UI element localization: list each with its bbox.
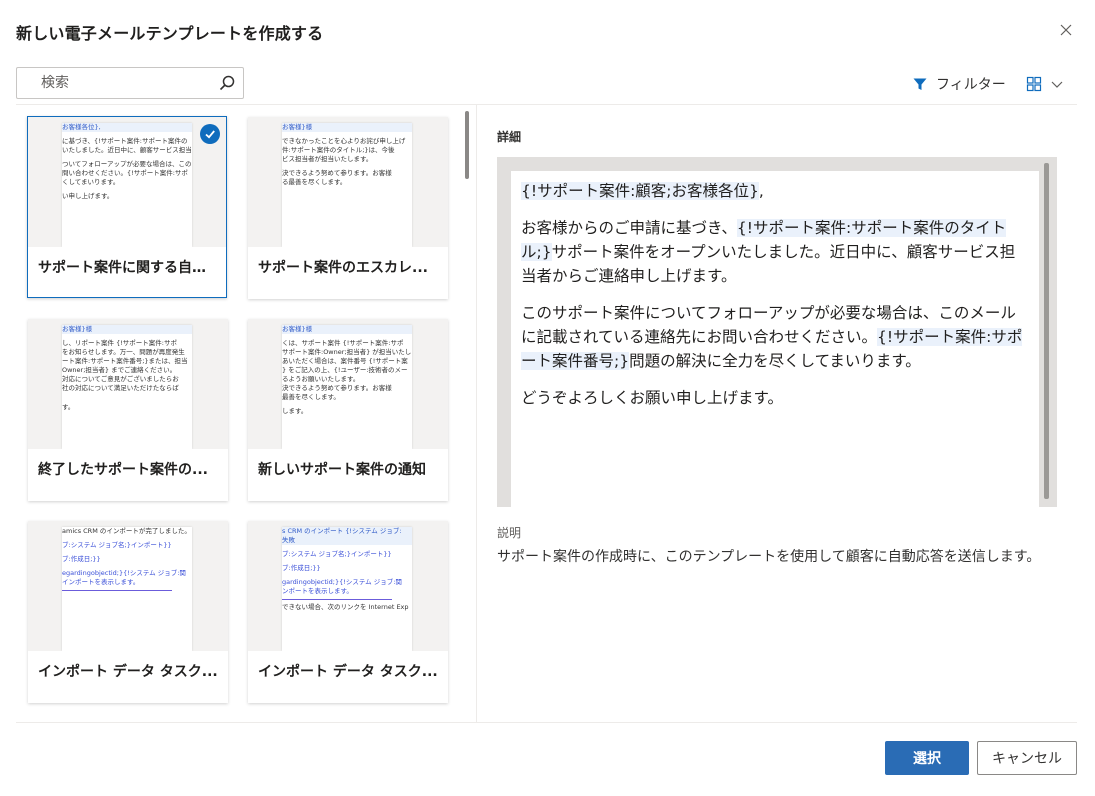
template-thumbnail: お客様}様できなかったことを心よりお詫び申し上げ 件:サポート案件のタイトル;}は… bbox=[248, 117, 448, 247]
template-card[interactable]: お客様}様できなかったことを心よりお詫び申し上げ 件:サポート案件のタイトル;}は… bbox=[248, 117, 448, 299]
thumbnail-line: egardingobjectid;}{!システム ジョブ:関 bbox=[62, 569, 186, 577]
thumbnail-line: ート案件:サポート案件番号;}または、担当 bbox=[62, 357, 188, 365]
thumbnail-line: に基づき、{!サポート案件:サポート案件の bbox=[62, 137, 188, 145]
thumbnail-line: ブ:システム ジョブ名;}インポート}} bbox=[62, 541, 172, 549]
thumbnail-line: 問い合わせください。{!サポート案件:サポ bbox=[62, 169, 188, 177]
template-thumbnail: お客様}様し、リポート案件 {!サポート案件:サポ をお知らせします。万一、問題が… bbox=[28, 319, 228, 449]
thumbnail-line: インポートを表示します。 bbox=[62, 578, 140, 586]
thumbnail-line: Owner;担当者} までご連絡ください。 bbox=[62, 366, 177, 374]
thumbnail-line: 決できるよう努めて参ります。お客様 bbox=[282, 384, 392, 392]
closing-text: どうぞよろしくお願い申し上げます。 bbox=[521, 389, 783, 407]
gallery-scrollbar[interactable] bbox=[465, 111, 469, 179]
template-card[interactable]: s CRM のインポート {!システム ジョブ: 失敗ブ:システム ジョブ名;}イ… bbox=[248, 521, 448, 703]
template-card-title: サポート案件のエスカレ... bbox=[258, 260, 428, 276]
thumbnail-line: くしてまいります。 bbox=[62, 178, 120, 186]
template-card-title: 終了したサポート案件の... bbox=[38, 462, 208, 478]
thumbnail-line: くは、サポート案件 {!サポート案件:サポ bbox=[282, 339, 404, 347]
filter-button[interactable]: フィルター bbox=[912, 72, 1006, 96]
template-thumbnail: お客様各位}, に基づき、{!サポート案件:サポート案件の いたしました。近日中に、… bbox=[28, 117, 226, 247]
template-thumbnail: s CRM のインポート {!システム ジョブ: 失敗ブ:システム ジョブ名;}イ… bbox=[248, 521, 448, 651]
template-thumbnail: お客様}様くは、サポート案件 {!サポート案件:サポ サポート案件:Owner;担… bbox=[248, 319, 448, 449]
cancel-button[interactable]: キャンセル bbox=[977, 741, 1077, 775]
template-card[interactable]: お客様}様くは、サポート案件 {!サポート案件:サポ サポート案件:Owner;担… bbox=[248, 319, 448, 501]
thumbnail-page: お客様各位}, に基づき、{!サポート案件:サポート案件の いたしました。近日中に、… bbox=[62, 123, 192, 247]
thumbnail-line: をお知らせします。万一、問題が再度発生 bbox=[62, 348, 185, 356]
thumbnail-line: できなかったことを心よりお詫び申し上げ bbox=[282, 137, 406, 145]
thumbnail-line: ブ:システム ジョブ名;}インポート}} bbox=[282, 550, 392, 558]
thumbnail-line: amics CRM のインポートが完了しました。 bbox=[62, 527, 191, 535]
thumbnail-line: ついてフォローアップが必要な場合は、この bbox=[62, 160, 192, 168]
paragraph-1-text: お客様からのご申請に基づき、 bbox=[521, 219, 737, 237]
thumbnail-line: ブ:作成日;}} bbox=[282, 564, 321, 572]
thumbnail-line: お客様}様 bbox=[282, 123, 412, 132]
description-text: サポート案件の作成時に、このテンプレートを使用して顧客に自動応答を送信します。 bbox=[497, 549, 1041, 565]
preview-scrollbar[interactable] bbox=[1044, 163, 1049, 499]
thumbnail-line: 最善を尽くします。 bbox=[282, 393, 340, 401]
selected-check-icon bbox=[200, 124, 220, 144]
greeting-token: {!サポート案件:顧客;お客様各位} bbox=[521, 182, 759, 200]
thumbnail-page: s CRM のインポート {!システム ジョブ: 失敗ブ:システム ジョブ名;}イ… bbox=[282, 527, 412, 651]
close-button[interactable] bbox=[1056, 20, 1076, 40]
details-heading: 詳細 bbox=[497, 130, 522, 144]
thumbnail-page: amics CRM のインポートが完了しました。 ブ:システム ジョブ名;}インポ… bbox=[62, 527, 192, 651]
thumbnail-rule bbox=[62, 590, 172, 591]
thumbnail-line: サポート案件:Owner;担当者} が担当いたし bbox=[282, 348, 412, 356]
thumbnail-line: お客様}様 bbox=[282, 325, 412, 334]
template-thumbnail: amics CRM のインポートが完了しました。 ブ:システム ジョブ名;}インポ… bbox=[28, 521, 228, 651]
footer-divider bbox=[16, 722, 1077, 723]
template-preview: {!サポート案件:顧客;お客様各位}, お客様からのご申請に基づき、{!サポート… bbox=[497, 157, 1057, 507]
thumbnail-line: ブ:作成日;}} bbox=[62, 555, 101, 563]
thumbnail-rule bbox=[282, 599, 392, 600]
thumbnail-page: お客様}様できなかったことを心よりお詫び申し上げ 件:サポート案件のタイトル;}は… bbox=[282, 123, 412, 247]
thumbnail-line: 決できるよう努めて参ります。お客様 bbox=[282, 169, 392, 177]
thumbnail-line: お客様各位}, bbox=[62, 123, 192, 132]
thumbnail-line: 失敗 bbox=[282, 536, 412, 545]
chevron-down-icon bbox=[1051, 81, 1063, 88]
thumbnail-line: し、リポート案件 {!サポート案件:サポ bbox=[62, 339, 177, 347]
paragraph-2-text-end: 問題の解決に全力を尽くしてまいります。 bbox=[629, 352, 921, 370]
search-box bbox=[16, 67, 244, 99]
thumbnail-line: あいただく場合は、案件番号 {!サポート案 bbox=[282, 357, 408, 365]
thumbnail-line: 社の対応について満足いただけたならば bbox=[62, 384, 179, 392]
close-icon bbox=[1060, 24, 1072, 36]
thumbnail-line: ンポートを表示します。 bbox=[282, 587, 353, 595]
paragraph-1-text-end: サポート案件をオープンいたしました。近日中に、顧客サービス担当者からご連絡申し上… bbox=[521, 243, 1016, 285]
thumbnail-line: ビス担当者が担当いたします。 bbox=[282, 155, 373, 163]
thumbnail-line: s CRM のインポート {!システム ジョブ: bbox=[282, 527, 412, 536]
thumbnail-line: いたしました。近日中に、顧客サービス担当 bbox=[62, 146, 192, 154]
template-card-title: サポート案件に関する自動... bbox=[38, 260, 218, 276]
template-card[interactable]: お客様各位}, に基づき、{!サポート案件:サポート案件の いたしました。近日中に、… bbox=[27, 116, 227, 298]
dialog-title: 新しい電子メールテンプレートを作成する bbox=[16, 24, 324, 43]
pane-divider bbox=[476, 105, 477, 722]
thumbnail-line: します。 bbox=[282, 407, 308, 415]
thumbnail-page: お客様}様し、リポート案件 {!サポート案件:サポ をお知らせします。万一、問題が… bbox=[62, 325, 192, 449]
template-card-title: 新しいサポート案件の通知 bbox=[258, 462, 426, 478]
thumbnail-line: お客様}様 bbox=[62, 325, 192, 334]
greeting-suffix: , bbox=[758, 182, 764, 200]
header-divider bbox=[16, 104, 1077, 105]
template-card-title: インポート データ タスク... bbox=[38, 664, 218, 680]
preview-document: {!サポート案件:顧客;お客様各位}, お客様からのご申請に基づき、{!サポート… bbox=[511, 171, 1039, 507]
thumbnail-line: 件:サポート案件のタイトル;}は、今後 bbox=[282, 146, 395, 154]
description-label: 説明 bbox=[497, 526, 522, 540]
thumbnail-line: gardingobjectid;}{!システム ジョブ:関 bbox=[282, 578, 402, 586]
thumbnail-line: る最善を尽くします。 bbox=[282, 178, 347, 186]
view-switcher-button[interactable] bbox=[1026, 72, 1064, 96]
thumbnail-line: } をご記入の上、{!ユーザー:技術者のメー bbox=[282, 366, 408, 374]
thumbnail-line: るようお願いいたします。 bbox=[282, 375, 360, 383]
template-card[interactable]: お客様}様し、リポート案件 {!サポート案件:サポ をお知らせします。万一、問題が… bbox=[28, 319, 228, 501]
search-icon[interactable] bbox=[218, 74, 236, 92]
search-input[interactable] bbox=[17, 68, 213, 98]
select-button[interactable]: 選択 bbox=[885, 741, 969, 775]
thumbnail-line: 対応についてご意見がございましたらお bbox=[62, 375, 179, 383]
thumbnail-line: い申し上げます。 bbox=[62, 192, 114, 200]
grid-view-icon bbox=[1026, 76, 1042, 92]
template-card-title: インポート データ タスク... bbox=[258, 664, 438, 680]
template-card[interactable]: amics CRM のインポートが完了しました。 ブ:システム ジョブ名;}インポ… bbox=[28, 521, 228, 703]
thumbnail-page: お客様}様くは、サポート案件 {!サポート案件:サポ サポート案件:Owner;担… bbox=[282, 325, 412, 449]
filter-icon bbox=[913, 78, 927, 90]
thumbnail-line: す。 bbox=[62, 403, 75, 411]
thumbnail-line: できない場合、次のリンクを Internet Exp bbox=[282, 603, 409, 611]
filter-label: フィルター bbox=[936, 77, 1006, 93]
